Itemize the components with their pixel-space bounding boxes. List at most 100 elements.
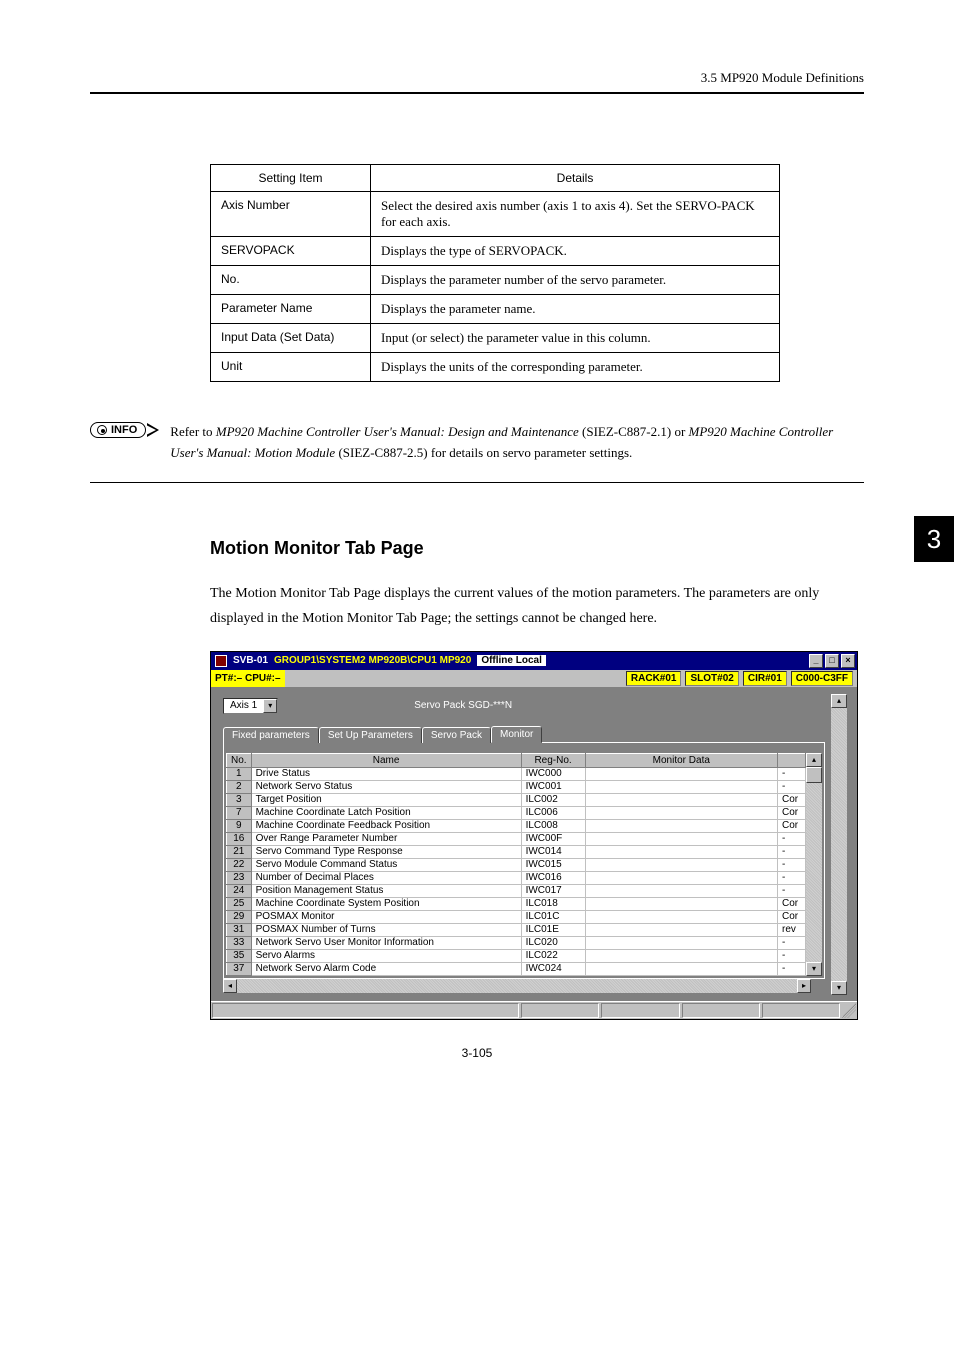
scroll-right-icon[interactable]: ▸ — [797, 979, 811, 993]
grid-col-monitor[interactable]: Monitor Data — [585, 753, 777, 767]
setting-details-cell: Displays the type of SERVOPACK. — [371, 237, 780, 266]
scroll-down-icon[interactable]: ▾ — [831, 981, 847, 995]
tab-row: Fixed parameters Set Up Parameters Servo… — [223, 722, 825, 742]
chapter-tab: 3 — [914, 516, 954, 562]
grid-row[interactable]: 33Network Servo User Monitor Information… — [227, 936, 806, 949]
scroll-up-icon[interactable]: ▴ — [806, 753, 822, 767]
grid-row[interactable]: 21Servo Command Type ResponseIWC014- — [227, 845, 806, 858]
info-bar: PT#:– CPU#:– RACK#01 SLOT#02 CIR#01 C000… — [211, 670, 857, 688]
grid-row[interactable]: 3Target PositionILC002Cor — [227, 793, 806, 806]
grid-col-name[interactable]: Name — [251, 753, 521, 767]
grid-row-no: 16 — [227, 832, 252, 845]
grid-row-name: POSMAX Monitor — [251, 910, 521, 923]
titlebar: SVB-01 GROUP1\SYSTEM2 MP920B\CPU1 MP920 … — [211, 652, 857, 670]
grid-row[interactable]: 1Drive StatusIWC000- — [227, 767, 806, 780]
grid-row-no: 33 — [227, 936, 252, 949]
grid-row[interactable]: 22Servo Module Command StatusIWC015- — [227, 858, 806, 871]
monitor-grid: No. Name Reg-No. Monitor Data 1Drive Sta… — [226, 753, 806, 976]
grid-row-no: 7 — [227, 806, 252, 819]
grid-row-name: Servo Module Command Status — [251, 858, 521, 871]
scroll-left-icon[interactable]: ◂ — [223, 979, 237, 993]
col-setting-item: Setting Item — [211, 165, 371, 192]
grid-row-extra: - — [778, 949, 806, 962]
grid-row[interactable]: 29POSMAX MonitorILC01CCor — [227, 910, 806, 923]
minimize-button[interactable]: _ — [809, 654, 823, 668]
section-heading: Motion Monitor Tab Page — [210, 538, 864, 559]
page-number: 3-105 — [0, 1046, 954, 1060]
grid-row[interactable]: 24Position Management StatusIWC017- — [227, 884, 806, 897]
grid-row[interactable]: 7Machine Coordinate Latch PositionILC006… — [227, 806, 806, 819]
grid-row[interactable]: 35Servo AlarmsILC022- — [227, 949, 806, 962]
grid-row-no: 29 — [227, 910, 252, 923]
settings-table: Setting Item Details Axis NumberSelect t… — [210, 164, 780, 382]
close-button[interactable]: × — [841, 654, 855, 668]
grid-row-name: Servo Command Type Response — [251, 845, 521, 858]
panel-vertical-scrollbar[interactable]: ▴ ▾ — [831, 694, 847, 995]
grid-row-extra: - — [778, 858, 806, 871]
grid-row-monitor — [585, 767, 777, 780]
grid-row-reg: IWC001 — [521, 780, 585, 793]
grid-row-extra: Cor — [778, 897, 806, 910]
rack-field: RACK#01 — [626, 671, 682, 686]
grid-row-reg: IWC014 — [521, 845, 585, 858]
grid-row-monitor — [585, 793, 777, 806]
grid-row-reg: IWC024 — [521, 962, 585, 975]
resize-grip-icon[interactable] — [842, 1003, 856, 1018]
grid-row-reg: IWC015 — [521, 858, 585, 871]
grid-row-extra: - — [778, 936, 806, 949]
grid-row-name: Machine Coordinate Latch Position — [251, 806, 521, 819]
table-row: Parameter NameDisplays the parameter nam… — [211, 295, 780, 324]
breadcrumb: 3.5 MP920 Module Definitions — [90, 70, 864, 86]
grid-row-extra: rev — [778, 923, 806, 936]
grid-row-extra: Cor — [778, 806, 806, 819]
grid-row-name: Network Servo Alarm Code — [251, 962, 521, 975]
axis-combo-value: Axis 1 — [224, 700, 263, 711]
tab-fixed-parameters[interactable]: Fixed parameters — [223, 727, 319, 743]
grid-row-monitor — [585, 949, 777, 962]
grid-col-reg[interactable]: Reg-No. — [521, 753, 585, 767]
servo-pack-label: Servo Pack SGD-***N — [414, 700, 512, 711]
grid-row-no: 25 — [227, 897, 252, 910]
grid-horizontal-scrollbar[interactable]: ◂ ▸ — [223, 979, 825, 993]
table-row: No.Displays the parameter number of the … — [211, 266, 780, 295]
setting-item-cell: Input Data (Set Data) — [211, 324, 371, 353]
grid-vertical-scrollbar[interactable]: ▴ ▾ — [806, 753, 822, 976]
grid-row-no: 9 — [227, 819, 252, 832]
setting-details-cell: Select the desired axis number (axis 1 t… — [371, 192, 780, 237]
maximize-button[interactable]: □ — [825, 654, 839, 668]
grid-row-name: POSMAX Number of Turns — [251, 923, 521, 936]
title-prefix: SVB-01 — [233, 655, 268, 666]
grid-row-name: Network Servo Status — [251, 780, 521, 793]
tab-set-up-parameters[interactable]: Set Up Parameters — [319, 727, 422, 743]
cir-field: CIR#01 — [743, 671, 787, 686]
grid-row[interactable]: 25Machine Coordinate System PositionILC0… — [227, 897, 806, 910]
axis-combo[interactable]: Axis 1 ▾ — [223, 698, 278, 714]
tab-servo-pack[interactable]: Servo Pack — [422, 727, 491, 743]
grid-row-monitor — [585, 780, 777, 793]
scroll-thumb[interactable] — [806, 767, 822, 783]
grid-row-extra: - — [778, 962, 806, 975]
chevron-down-icon[interactable]: ▾ — [263, 699, 277, 713]
tab-monitor[interactable]: Monitor — [491, 726, 542, 743]
grid-row-no: 24 — [227, 884, 252, 897]
grid-row[interactable]: 31POSMAX Number of TurnsILC01Erev — [227, 923, 806, 936]
info-badge-label: INFO — [111, 424, 137, 436]
grid-row-reg: IWC00F — [521, 832, 585, 845]
screenshot-window: SVB-01 GROUP1\SYSTEM2 MP920B\CPU1 MP920 … — [210, 651, 858, 1020]
grid-row[interactable]: 23Number of Decimal PlacesIWC016- — [227, 871, 806, 884]
scroll-down-icon[interactable]: ▾ — [806, 962, 822, 976]
grid-row[interactable]: 9Machine Coordinate Feedback PositionILC… — [227, 819, 806, 832]
grid-row-no: 21 — [227, 845, 252, 858]
grid-row[interactable]: 37Network Servo Alarm CodeIWC024- — [227, 962, 806, 975]
grid-row-no: 3 — [227, 793, 252, 806]
grid-row-reg: ILC008 — [521, 819, 585, 832]
scroll-up-icon[interactable]: ▴ — [831, 694, 847, 708]
grid-row-reg: ILC022 — [521, 949, 585, 962]
grid-row-monitor — [585, 936, 777, 949]
grid-row-name: Position Management Status — [251, 884, 521, 897]
setting-details-cell: Displays the parameter name. — [371, 295, 780, 324]
grid-col-extra — [778, 753, 806, 767]
grid-col-no[interactable]: No. — [227, 753, 252, 767]
grid-row[interactable]: 16Over Range Parameter NumberIWC00F- — [227, 832, 806, 845]
grid-row[interactable]: 2Network Servo StatusIWC001- — [227, 780, 806, 793]
